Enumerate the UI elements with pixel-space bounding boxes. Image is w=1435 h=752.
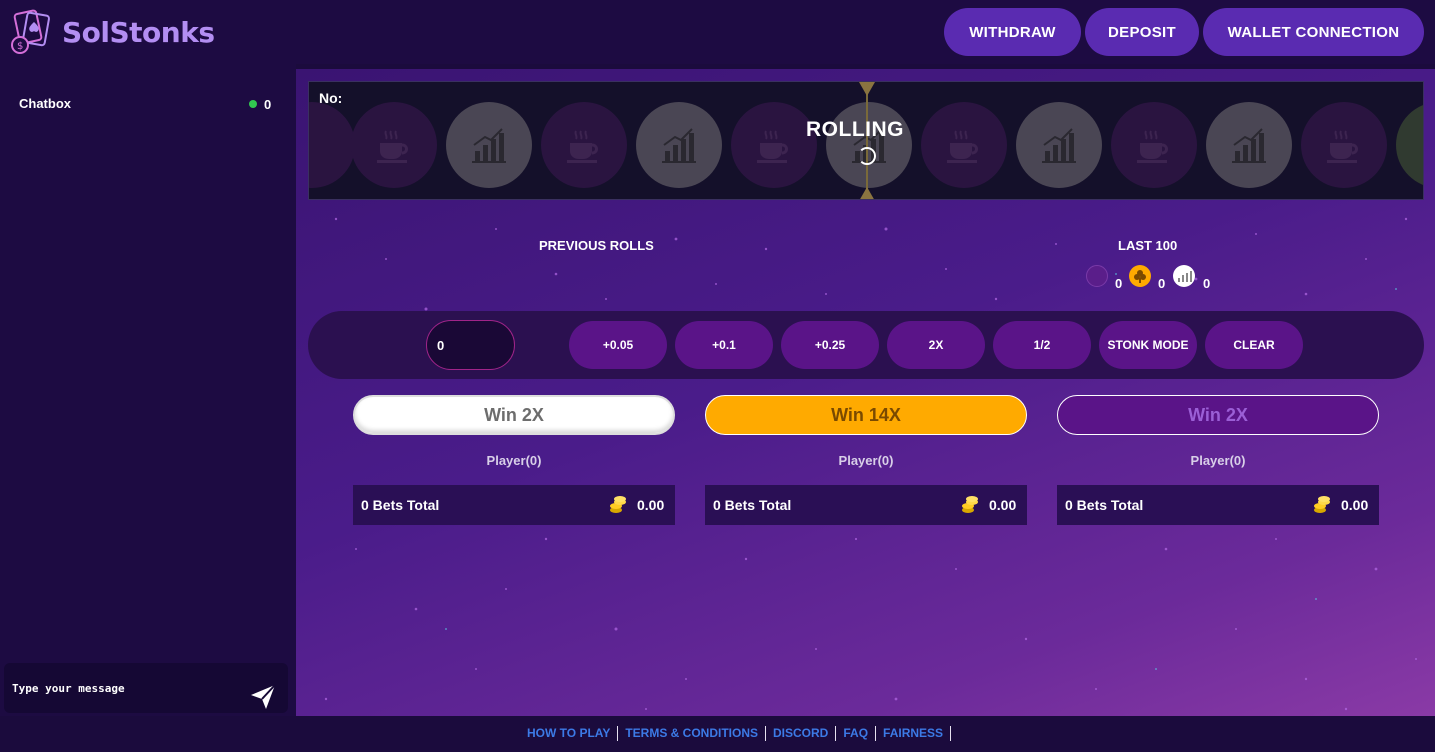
fairness-link[interactable]: FAIRNESS	[876, 726, 952, 741]
coffee-roll-item	[541, 102, 627, 188]
cards-logo-icon: $	[11, 9, 50, 54]
stonk-roll-item	[446, 102, 532, 188]
chat-sidebar: Chatbox 0	[0, 64, 296, 716]
coins-icon	[1314, 496, 1330, 513]
discord-link[interactable]: DISCORD	[766, 726, 837, 741]
chat-input-container	[4, 663, 288, 713]
coffee-count-icon	[1086, 265, 1108, 287]
coffee-roll-item	[1301, 102, 1387, 188]
clover-count: 0	[1158, 276, 1166, 291]
double-button[interactable]: 2X	[887, 321, 985, 369]
player-count: Player(0)	[1190, 453, 1246, 468]
bet-amount-input[interactable]	[426, 320, 515, 370]
loading-spinner-icon	[858, 147, 876, 165]
stonk-count-icon	[1173, 265, 1195, 287]
half-button[interactable]: 1/2	[993, 321, 1091, 369]
bet-controls: +0.05 +0.1 +0.25 2X 1/2 STONK MODE CLEAR	[308, 311, 1424, 379]
send-icon[interactable]	[248, 682, 278, 712]
win-2x-coffee-button[interactable]: Win 2X	[353, 395, 675, 435]
coins-icon	[962, 496, 978, 513]
stonk-roll-item	[636, 102, 722, 188]
game-area: No: ROLLING PREVIOUS ROLLS LAST 100 0 0 …	[296, 69, 1435, 716]
logo[interactable]: $ SolStonks	[8, 8, 215, 56]
clear-button[interactable]: CLEAR	[1205, 321, 1303, 369]
add-025-button[interactable]: +0.25	[781, 321, 879, 369]
bets-total-row: 0 Bets Total 0.00	[1057, 485, 1379, 525]
coffee-roll-item	[731, 102, 817, 188]
stonk-roll-item	[1206, 102, 1292, 188]
coffee-count: 0	[1115, 276, 1123, 291]
faq-link[interactable]: FAQ	[836, 726, 877, 741]
roll-item-partial	[1396, 102, 1423, 188]
add-005-button[interactable]: +0.05	[569, 321, 667, 369]
bets-total-label: 0 Bets Total	[361, 497, 440, 513]
bets-total-label: 0 Bets Total	[1065, 497, 1144, 513]
coffee-roll-item	[309, 102, 355, 188]
player-count: Player(0)	[838, 453, 894, 468]
online-status-icon	[249, 100, 257, 108]
bets-total-amount: 0.00	[637, 497, 665, 513]
roll-strip: No: ROLLING	[308, 81, 1424, 200]
player-count: Player(0)	[486, 453, 542, 468]
bets-total-row: 0 Bets Total 0.00	[705, 485, 1027, 525]
coffee-roll-item	[1111, 102, 1197, 188]
rolling-status: ROLLING	[309, 118, 1423, 142]
chatbox-title: Chatbox	[19, 96, 71, 111]
bet-column-coffee: Win 2X Player(0) 0 Bets Total 0.00	[353, 395, 675, 525]
add-01-button[interactable]: +0.1	[675, 321, 773, 369]
bet-column-stonk: Win 2X Player(0) 0 Bets Total 0.00	[1057, 395, 1379, 525]
brand-name: SolStonks	[62, 15, 215, 49]
stonk-mode-button[interactable]: STONK MODE	[1099, 321, 1197, 369]
terms-link[interactable]: TERMS & CONDITIONS	[618, 726, 767, 741]
clover-icon	[1134, 270, 1146, 283]
withdraw-button[interactable]: WITHDRAW	[944, 8, 1081, 56]
bets-total-row: 0 Bets Total 0.00	[353, 485, 675, 525]
stonk-roll-item	[1016, 102, 1102, 188]
footer: HOW TO PLAY TERMS & CONDITIONS DISCORD F…	[0, 716, 1435, 752]
win-2x-stonk-button[interactable]: Win 2X	[1057, 395, 1379, 435]
stonk-count: 0	[1203, 276, 1211, 291]
footer-links: HOW TO PLAY TERMS & CONDITIONS DISCORD F…	[520, 726, 952, 741]
last-100-label: LAST 100	[1118, 238, 1178, 253]
bet-column-clover: Win 14X Player(0) 0 Bets Total 0.00	[705, 395, 1027, 525]
stonk-chart-icon	[1178, 271, 1192, 282]
clover-count-icon	[1129, 265, 1151, 287]
chat-message-input[interactable]	[4, 663, 234, 713]
wallet-connection-button[interactable]: WALLET CONNECTION	[1203, 8, 1424, 56]
previous-rolls-label: PREVIOUS ROLLS	[539, 238, 654, 253]
coffee-roll-item	[921, 102, 1007, 188]
coins-icon	[610, 496, 626, 513]
online-count: 0	[264, 97, 272, 112]
coffee-roll-item	[351, 102, 437, 188]
deposit-button[interactable]: DEPOSIT	[1085, 8, 1199, 56]
bets-total-label: 0 Bets Total	[713, 497, 792, 513]
bets-total-amount: 0.00	[1341, 497, 1369, 513]
win-14x-button[interactable]: Win 14X	[705, 395, 1027, 435]
svg-text:$: $	[17, 41, 23, 52]
how-to-play-link[interactable]: HOW TO PLAY	[520, 726, 619, 741]
bets-total-amount: 0.00	[989, 497, 1017, 513]
top-header: $ SolStonks WITHDRAW DEPOSIT WALLET CONN…	[0, 0, 1435, 64]
rolling-status-text: ROLLING	[806, 118, 904, 141]
